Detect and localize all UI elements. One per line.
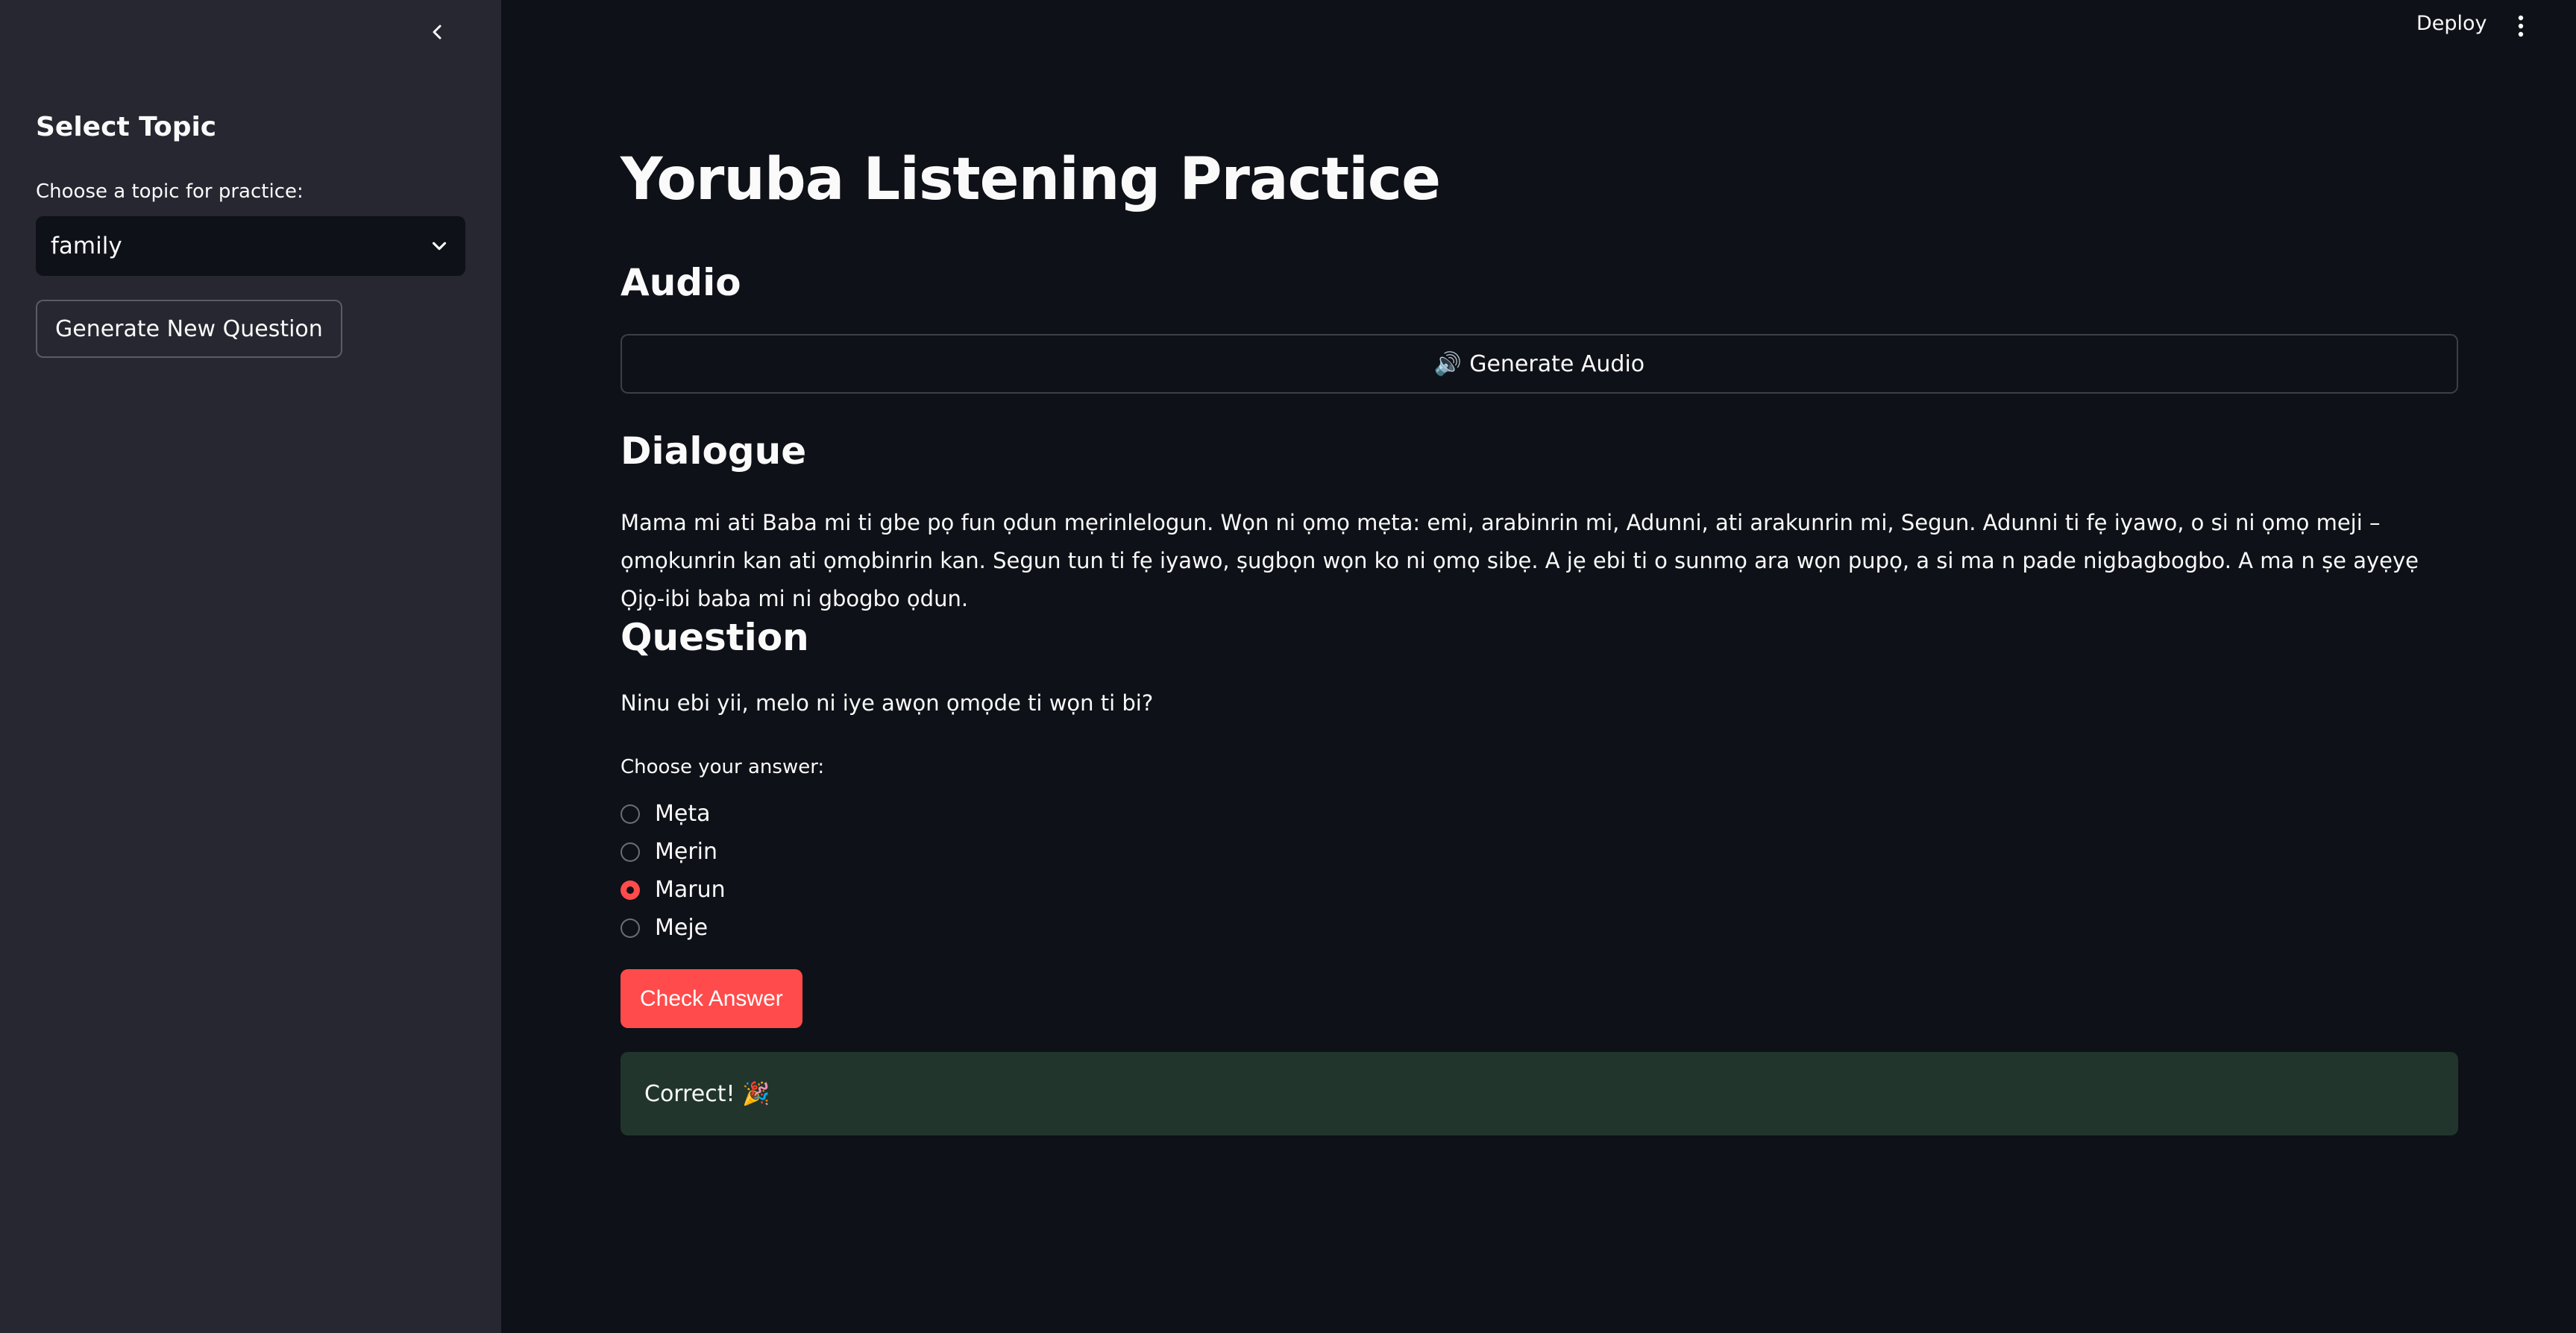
deploy-button[interactable]: Deploy: [2416, 12, 2487, 35]
dialogue-heading: Dialogue: [621, 429, 807, 473]
topic-select-value: family: [51, 233, 122, 259]
speaker-icon: 🔊: [1433, 350, 1463, 377]
result-text: Correct! 🎉: [644, 1080, 770, 1107]
radio-button[interactable]: [621, 804, 640, 824]
topic-select[interactable]: family: [36, 216, 465, 276]
generate-audio-button[interactable]: 🔊 Generate Audio: [621, 334, 2458, 394]
sidebar-heading: Select Topic: [36, 112, 217, 142]
radio-option-label: Mẹrin: [655, 839, 718, 865]
answer-label: Choose your answer:: [621, 756, 825, 778]
chevron-left-icon: [433, 25, 442, 40]
more-vertical-icon: [2518, 15, 2524, 37]
radio-option-label: Marun: [655, 877, 726, 903]
radio-option-label: Mẹta: [655, 801, 711, 827]
generate-audio-label: Generate Audio: [1469, 350, 1645, 377]
question-text: Ninu ebi yii, melo ni iye awọn ọmọde ti …: [621, 690, 1154, 716]
radio-button[interactable]: [621, 842, 640, 862]
success-alert: Correct! 🎉: [621, 1052, 2458, 1135]
collapse-sidebar-button[interactable]: [422, 16, 453, 48]
radio-button[interactable]: [621, 918, 640, 938]
answer-radio-group: Mẹta Mẹrin Marun Meje: [621, 795, 726, 947]
check-answer-button[interactable]: Check Answer: [621, 969, 802, 1028]
radio-option[interactable]: Mẹrin: [621, 833, 726, 871]
sidebar: Select Topic Choose a topic for practice…: [0, 0, 501, 1333]
generate-new-question-button[interactable]: Generate New Question: [36, 300, 342, 358]
radio-option[interactable]: Mẹta: [621, 795, 726, 833]
app-root: Select Topic Choose a topic for practice…: [0, 0, 2576, 1333]
chevron-down-icon: [432, 242, 447, 250]
radio-option-label: Meje: [655, 915, 709, 941]
topic-select-label: Choose a topic for practice:: [36, 180, 304, 203]
main-menu-button[interactable]: [2507, 10, 2534, 42]
audio-heading: Audio: [621, 261, 741, 304]
radio-button-selected[interactable]: [621, 880, 640, 900]
page-title: Yoruba Listening Practice: [621, 146, 1441, 213]
dialogue-text: Mama mi ati Baba mi ti gbe pọ fun ọdun m…: [621, 510, 2419, 611]
radio-option[interactable]: Marun: [621, 871, 726, 909]
question-heading: Question: [621, 616, 809, 659]
radio-option[interactable]: Meje: [621, 909, 726, 947]
